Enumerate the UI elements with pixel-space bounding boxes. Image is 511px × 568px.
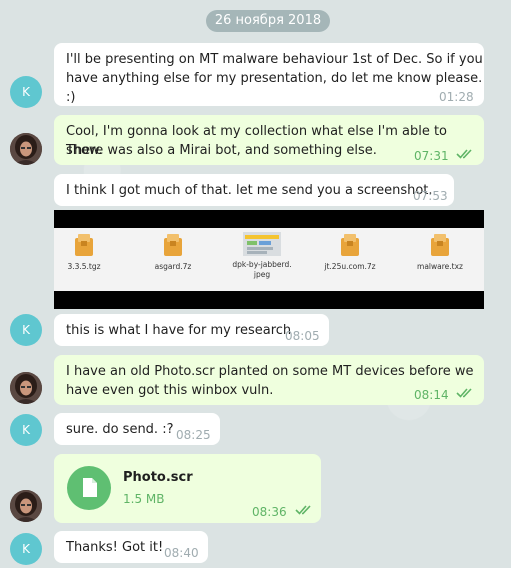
document-message[interactable]: Photo.scr 1.5 MB 08:36 [54,454,321,523]
read-ticks-icon [456,388,472,398]
avatar-initial: K [22,542,30,556]
file-name: jt.25u.com.7z [324,262,376,271]
avatar-initial: K [22,323,30,337]
image-icon [243,232,281,256]
document-download-button[interactable] [67,466,111,510]
message-time: 07:31 [414,149,449,163]
message-bubble[interactable]: this is what I have for my research 08:0… [54,314,329,346]
avatar-initial: K [22,423,30,437]
folder-icon [341,234,359,256]
message-text: have even got this winbox vuln. [66,383,274,398]
message-bubble[interactable]: I'll be presenting on MT malware behavio… [54,43,484,106]
screenshot-image[interactable]: 3.3.5.tgz asgard.7z dpk-by-jabberd. jpeg… [54,210,484,309]
message-text: There was also a Mirai bot, and somethin… [66,143,377,158]
user-avatar[interactable] [10,133,42,165]
read-ticks-icon [456,149,472,159]
chat-area[interactable]: 26 ноября 2018 K I'll be presenting on M… [0,0,511,568]
message-text: Thanks! Got it! [66,540,164,555]
file-name: 3.3.5.tgz [67,262,101,271]
contact-avatar[interactable]: K [10,414,42,446]
message-time: 08:25 [176,428,211,442]
message-text: this is what I have for my research [66,323,292,338]
message-bubble[interactable]: Thanks! Got it! 08:40 [54,531,208,563]
file-item: 3.3.5.tgz [44,232,124,272]
file-manager-view: 3.3.5.tgz asgard.7z dpk-by-jabberd. jpeg… [54,228,484,291]
message-bubble[interactable]: I think I got much of that. let me send … [54,174,454,206]
file-name: jpeg [253,270,271,279]
message-bubble[interactable]: sure. do send. :? 08:25 [54,413,220,445]
folder-icon [164,234,182,256]
contact-avatar[interactable]: K [10,314,42,346]
date-separator: 26 ноября 2018 [206,10,330,32]
file-name: dpk-by-jabberd. [232,260,292,269]
file-item: jt.25u.com.7z [310,232,390,272]
user-avatar[interactable] [10,490,42,522]
message-time: 08:40 [164,546,199,560]
file-name: malware.txz [417,262,463,271]
message-time: 01:28 [439,90,474,104]
message-text: I think I got much of that. let me send … [66,183,433,198]
folder-icon [75,234,93,256]
contact-avatar[interactable]: K [10,76,42,108]
message-bubble[interactable]: I have an old Photo.scr planted on some … [54,355,484,405]
user-photo-icon [10,372,42,404]
message-text: I have an old Photo.scr planted on some … [66,364,474,379]
message-text: sure. do send. :? [66,422,174,437]
file-name: asgard.7z [154,262,192,271]
user-photo-icon [10,490,42,522]
message-bubble[interactable]: Cool, I'm gonna look at my collection wh… [54,115,484,165]
message-time: 07:53 [413,189,448,203]
message-time: 08:36 [252,505,287,519]
file-item: asgard.7z [133,232,213,272]
avatar-initial: K [22,85,30,99]
user-photo-icon [10,133,42,165]
folder-icon [431,234,449,256]
message-time: 08:14 [414,388,449,402]
document-icon [83,478,97,497]
document-size: 1.5 MB [123,492,165,506]
contact-avatar[interactable]: K [10,533,42,565]
read-ticks-icon [295,505,311,515]
file-item: dpk-by-jabberd. jpeg [222,232,302,280]
document-name[interactable]: Photo.scr [123,468,193,487]
message-text: I'll be presenting on MT malware behavio… [66,52,483,67]
message-time: 08:05 [285,329,320,343]
message-text: have anything else for my presentation, … [66,71,483,105]
file-item: malware.txz [400,232,480,272]
user-avatar[interactable] [10,372,42,404]
